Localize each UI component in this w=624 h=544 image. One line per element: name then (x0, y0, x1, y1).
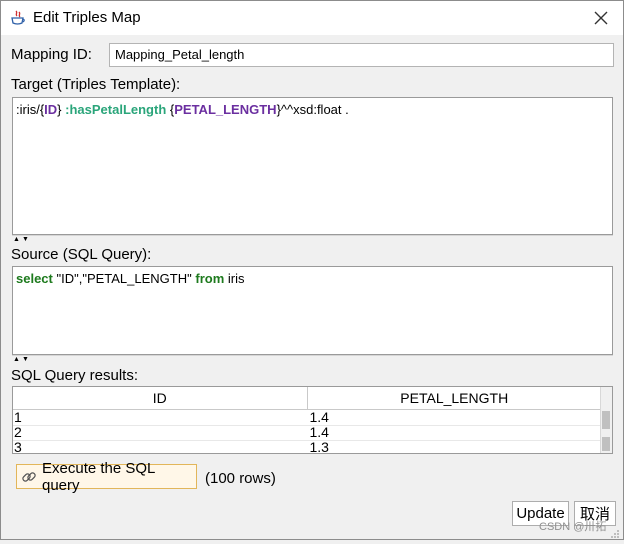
code-token: "ID","PETAL_LENGTH" (52, 271, 196, 286)
column-header-petal-length[interactable]: PETAL_LENGTH (308, 387, 602, 409)
code-token: select (16, 271, 53, 286)
source-sql-editor[interactable]: select "ID","PETAL_LENGTH" from iris (12, 266, 613, 355)
cell-id: 2 (14, 424, 22, 440)
expand-down-arrow-icon[interactable]: ▼ (22, 236, 29, 243)
title-bar: Edit Triples Map (1, 1, 623, 35)
code-token: :hasPetalLength (65, 102, 167, 117)
results-scrollbar[interactable] (600, 387, 612, 453)
java-cup-icon (11, 10, 25, 26)
code-token: iris (224, 271, 245, 286)
results-label: SQL Query results: (11, 367, 138, 384)
cell-id: 1 (14, 409, 22, 425)
cell-petal-length: 1.3 (309, 439, 329, 454)
watermark: CSDN @卅拓 (539, 521, 607, 533)
splitter-target-source[interactable]: ▲ ▼ (12, 235, 613, 244)
code-token: }^^xsd:float . (276, 102, 349, 117)
results-table: ID PETAL_LENGTH 1 1.4 2 1.4 3 1.3 (12, 386, 613, 454)
row-count-label: (100 rows) (205, 470, 276, 487)
table-row[interactable]: 2 1.4 (13, 425, 602, 441)
table-row[interactable]: 1 1.4 (13, 410, 602, 426)
expand-down-arrow-icon[interactable]: ▼ (22, 356, 29, 363)
target-label: Target (Triples Template): (11, 76, 181, 93)
mapping-id-label: Mapping ID: (11, 46, 92, 63)
close-icon[interactable] (589, 6, 613, 30)
window-title: Edit Triples Map (33, 9, 141, 26)
code-token: PETAL_LENGTH (174, 102, 277, 117)
cell-id: 3 (14, 439, 22, 454)
cell-petal-length: 1.4 (309, 424, 329, 440)
resize-grip-icon[interactable] (610, 526, 620, 538)
mapping-id-input[interactable]: Mapping_Petal_length (109, 43, 614, 67)
code-token: } (57, 102, 66, 117)
execute-sql-label: Execute the SQL query (42, 459, 155, 494)
scrollbar-thumb[interactable] (602, 437, 610, 451)
code-token: :iris/{ (16, 102, 45, 117)
table-header: ID PETAL_LENGTH (13, 387, 602, 410)
code-token: from (195, 271, 225, 286)
source-label: Source (SQL Query): (11, 246, 152, 263)
code-token: ID (44, 102, 58, 117)
collapse-up-arrow-icon[interactable]: ▲ (13, 236, 20, 243)
scrollbar-thumb[interactable] (602, 411, 610, 429)
link-icon (21, 469, 37, 485)
collapse-up-arrow-icon[interactable]: ▲ (13, 356, 20, 363)
splitter-source-results[interactable]: ▲ ▼ (12, 355, 613, 364)
target-template-editor[interactable]: :iris/{ID} :hasPetalLength {PETAL_LENGTH… (12, 97, 613, 235)
cell-petal-length: 1.4 (309, 409, 329, 425)
table-row[interactable]: 3 1.3 (13, 440, 602, 454)
edit-triples-map-dialog: Edit Triples Map Mapping ID: Mapping_Pet… (0, 0, 624, 540)
execute-sql-button[interactable]: Execute the SQL query (16, 460, 197, 494)
column-header-id[interactable]: ID (13, 387, 308, 409)
